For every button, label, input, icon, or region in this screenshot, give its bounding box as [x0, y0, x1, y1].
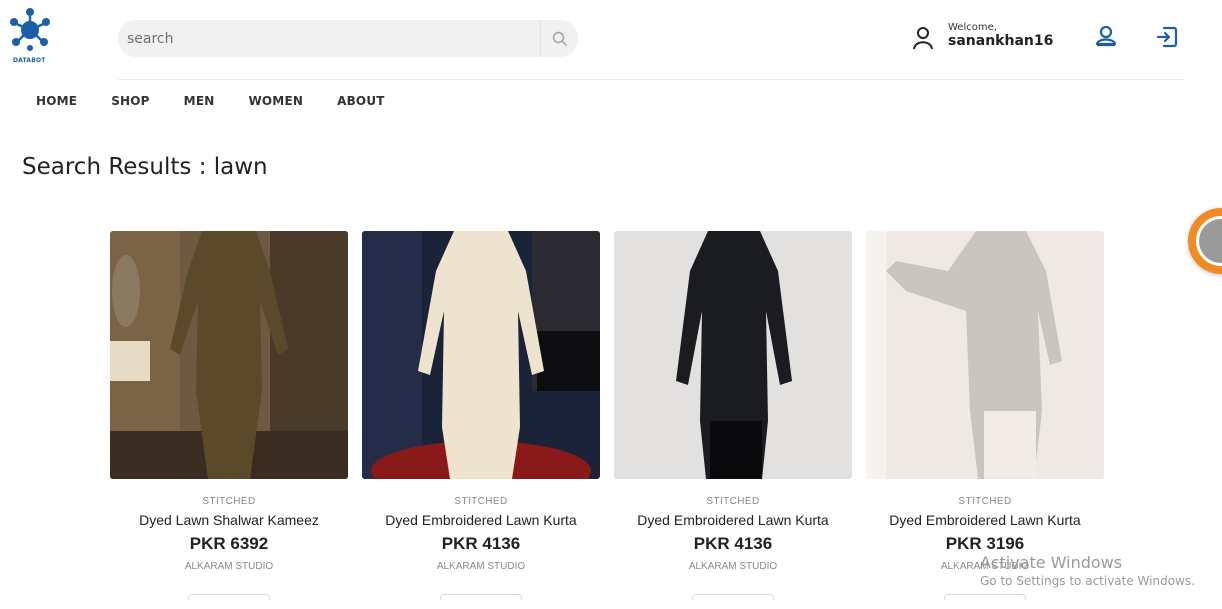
product-category: STITCHED — [202, 496, 256, 507]
search-input[interactable] — [118, 20, 538, 57]
product-brand: ALKARAM STUDIO — [436, 561, 526, 572]
product-category: STITCHED — [454, 496, 508, 507]
watermark-subtitle: Go to Settings to activate Windows. — [980, 574, 1195, 588]
nav-home[interactable]: HOME — [36, 94, 77, 108]
product-card[interactable]: STITCHED Dyed Embroidered Lawn Kurta PKR… — [614, 231, 852, 600]
search-bar — [118, 20, 578, 57]
product-category: STITCHED — [958, 496, 1012, 507]
chat-widget-avatar-icon — [1196, 216, 1222, 266]
add-to-cart-button[interactable] — [188, 594, 270, 600]
product-price: PKR 4136 — [441, 534, 521, 553]
nav-women[interactable]: WOMEN — [248, 94, 303, 108]
watermark-title: Activate Windows — [980, 553, 1123, 572]
product-name[interactable]: Dyed Lawn Shalwar Kameez — [110, 512, 348, 528]
product-price: PKR 6392 — [189, 534, 269, 553]
add-to-cart-button[interactable] — [944, 594, 1026, 600]
logout-icon[interactable] — [1155, 25, 1179, 49]
nav-men[interactable]: MEN — [184, 94, 215, 108]
product-image[interactable] — [614, 231, 852, 479]
nav-shop[interactable]: SHOP — [111, 94, 149, 108]
add-to-cart-button[interactable] — [692, 594, 774, 600]
add-to-cart-button[interactable] — [440, 594, 522, 600]
product-card[interactable]: STITCHED Dyed Embroidered Lawn Kurta PKR… — [866, 231, 1104, 600]
logo-text: DATABOT — [13, 57, 46, 64]
product-name[interactable]: Dyed Embroidered Lawn Kurta — [614, 512, 852, 528]
product-image[interactable] — [866, 231, 1104, 479]
chat-widget-button[interactable] — [1188, 208, 1222, 274]
product-price: PKR 3196 — [945, 534, 1025, 553]
header: DATABOT Welcome, sanankhan16 — [0, 0, 1222, 80]
user-outline-icon — [913, 27, 933, 50]
page-title: Search Results : lawn — [22, 154, 268, 180]
product-brand: ALKARAM STUDIO — [688, 561, 778, 572]
product-image[interactable] — [362, 231, 600, 479]
welcome-label: Welcome, — [948, 22, 997, 33]
product-price: PKR 4136 — [693, 534, 773, 553]
search-button[interactable] — [540, 20, 578, 57]
username: sanankhan16 — [948, 33, 1054, 49]
header-divider — [118, 79, 1184, 80]
windows-activation-watermark: Activate Windows Go to Settings to activ… — [980, 553, 1195, 588]
profile-icon[interactable] — [1094, 25, 1118, 49]
product-category: STITCHED — [706, 496, 760, 507]
databot-logo[interactable]: DATABOT — [6, 4, 56, 64]
product-grid: STITCHED Dyed Lawn Shalwar Kameez PKR 63… — [110, 231, 1104, 609]
product-brand: ALKARAM STUDIO — [184, 561, 274, 572]
nav-about[interactable]: ABOUT — [337, 94, 385, 108]
product-name[interactable]: Dyed Embroidered Lawn Kurta — [362, 512, 600, 528]
search-icon — [552, 31, 567, 46]
logo-icon — [10, 8, 50, 51]
product-name[interactable]: Dyed Embroidered Lawn Kurta — [866, 512, 1104, 528]
product-card[interactable]: STITCHED Dyed Embroidered Lawn Kurta PKR… — [362, 231, 600, 600]
main-nav: HOME SHOP MEN WOMEN ABOUT — [36, 94, 419, 108]
product-image[interactable] — [110, 231, 348, 479]
product-card[interactable]: STITCHED Dyed Lawn Shalwar Kameez PKR 63… — [110, 231, 348, 600]
